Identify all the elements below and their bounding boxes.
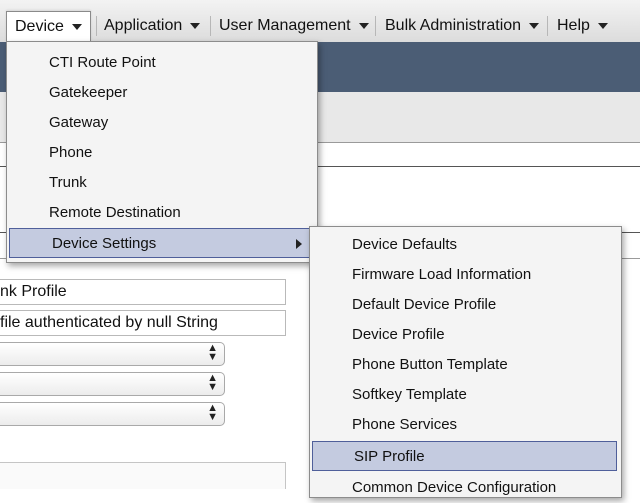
menu-item-sip-profile[interactable]: SIP Profile [312, 441, 617, 471]
menu-separator [375, 16, 376, 36]
menu-item-gatekeeper[interactable]: Gatekeeper [49, 78, 127, 108]
menu-item-trunk[interactable]: Trunk [49, 168, 87, 198]
menu-item-firmware-load-information[interactable]: Firmware Load Information [352, 260, 531, 290]
menu-help-label: Help [557, 17, 590, 34]
menu-bulk-administration-label: Bulk Administration [385, 17, 522, 34]
description-field[interactable]: file authenticated by null String [0, 310, 286, 336]
menu-item-gateway[interactable]: Gateway [49, 108, 108, 138]
menu-device-label: Device [15, 18, 64, 35]
menu-item-label: Phone Services [352, 416, 458, 433]
up-down-arrows-icon: ▲ ▼ [207, 342, 218, 363]
menu-item-label: SIP Profile [354, 448, 425, 465]
menu-item-label: Phone Button Template [352, 356, 508, 373]
up-down-arrows-icon: ▲ ▼ [207, 402, 218, 423]
name-field[interactable]: nk Profile [0, 279, 286, 305]
menu-item-label: Remote Destination [49, 204, 181, 221]
menu-application-label: Application [104, 17, 183, 34]
device-settings-submenu: Device Defaults Firmware Load Informatio… [309, 226, 622, 498]
select-field[interactable]: ▲ ▼ [0, 342, 225, 366]
menu-item-label: Device Settings [52, 235, 157, 252]
menu-separator [547, 16, 548, 36]
menu-application[interactable]: Application [96, 11, 208, 41]
chevron-down-icon [190, 22, 201, 29]
description-field-value: file authenticated by null String [0, 314, 218, 331]
chevron-down-icon [358, 22, 369, 29]
chevron-down-icon [597, 22, 608, 29]
menu-bulk-administration[interactable]: Bulk Administration [377, 11, 547, 41]
chevron-down-icon [71, 23, 82, 30]
menu-item-label: Softkey Template [352, 386, 467, 403]
chevron-right-icon [296, 239, 302, 249]
menu-item-common-device-configuration[interactable]: Common Device Configuration [352, 473, 556, 503]
menu-item-device-defaults[interactable]: Device Defaults [352, 230, 457, 260]
menu-item-label: Trunk [49, 174, 87, 191]
menu-item-cti-route-point[interactable]: CTI Route Point [49, 48, 156, 78]
select-field[interactable]: ▲ ▼ [0, 372, 225, 396]
menu-item-remote-destination[interactable]: Remote Destination [49, 198, 181, 228]
lower-panel [0, 462, 286, 489]
menu-item-label: CTI Route Point [49, 54, 156, 71]
top-menu-bar: Device Application User Management Bulk … [0, 0, 640, 43]
name-field-value: nk Profile [0, 283, 67, 300]
menu-item-label: Gateway [49, 114, 109, 131]
menu-item-device-profile[interactable]: Device Profile [352, 320, 445, 350]
menu-item-phone-button-template[interactable]: Phone Button Template [352, 350, 508, 380]
menu-item-default-device-profile[interactable]: Default Device Profile [352, 290, 496, 320]
menu-item-device-settings[interactable]: Device Settings [9, 228, 313, 258]
menu-user-management[interactable]: User Management [211, 11, 377, 41]
select-field[interactable]: ▲ ▼ [0, 402, 225, 426]
menu-item-phone[interactable]: Phone [49, 138, 92, 168]
menu-device[interactable]: Device [6, 11, 91, 42]
menu-help[interactable]: Help [549, 11, 616, 41]
device-dropdown-menu: CTI Route Point Gatekeeper Gateway Phone… [6, 41, 318, 263]
menu-item-label: Firmware Load Information [352, 266, 532, 283]
menu-item-softkey-template[interactable]: Softkey Template [352, 380, 467, 410]
menu-item-label: Device Defaults [352, 236, 458, 253]
menu-item-label: Device Profile [352, 326, 445, 343]
menu-item-label: Default Device Profile [352, 296, 497, 313]
up-down-arrows-icon: ▲ ▼ [207, 372, 218, 393]
menu-item-phone-services[interactable]: Phone Services [352, 410, 457, 440]
menu-item-label: Phone [49, 144, 93, 161]
chevron-down-icon [529, 22, 540, 29]
menu-user-management-label: User Management [219, 17, 351, 34]
menu-item-label: Gatekeeper [49, 84, 128, 101]
